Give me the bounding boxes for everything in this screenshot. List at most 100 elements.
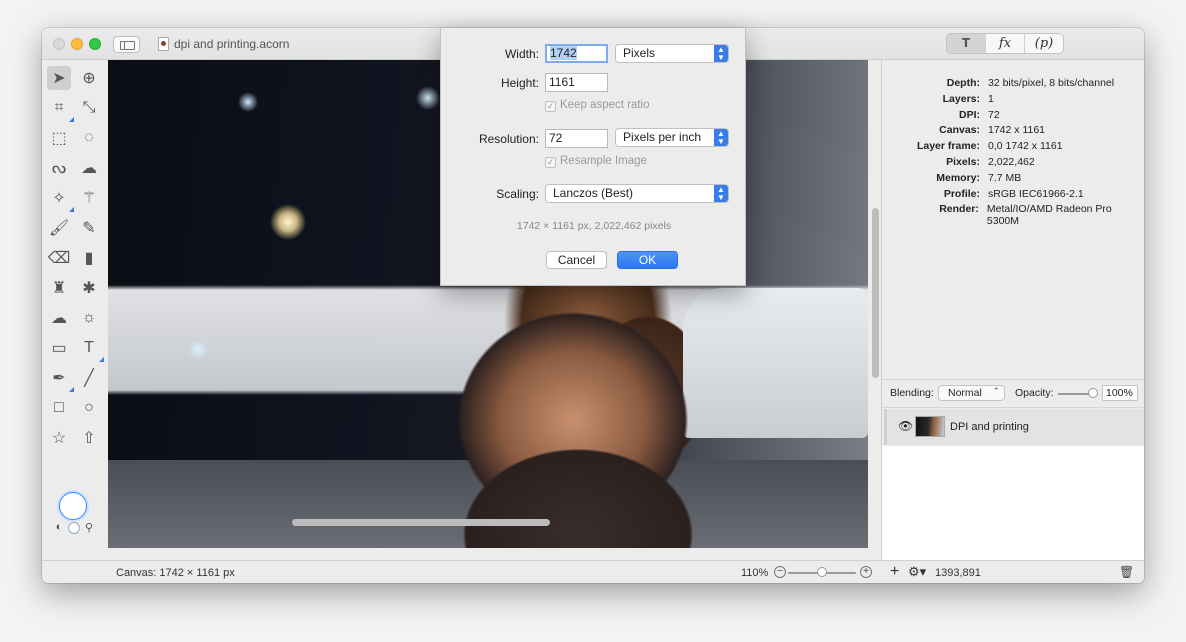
resolution-unit-select[interactable]: Pixels per inch ▲ ▼ (615, 128, 729, 147)
zoom-slider-knob[interactable] (817, 567, 827, 577)
tab-info[interactable]: T (947, 34, 986, 53)
checkmark-icon: ✓ (545, 157, 556, 168)
zoom-window-button[interactable] (89, 38, 101, 50)
oval-tool-icon[interactable]: ○ (77, 396, 101, 420)
width-label: Width: (504, 47, 539, 61)
height-label: Height: (500, 76, 539, 90)
color-picker-icon[interactable]: ⚲ (82, 520, 96, 534)
document-icon (158, 37, 169, 51)
vertical-scrollbar[interactable] (872, 208, 879, 378)
arrow-tool-icon[interactable]: ⇧ (77, 426, 101, 450)
memory-value: 7.7 MB (988, 171, 1022, 184)
cursor-coordinates: 1393,891 (935, 567, 981, 579)
stroke-color-well[interactable] (68, 522, 80, 534)
resolution-field[interactable]: 72 (545, 129, 608, 148)
line-tool-icon[interactable]: ╱ (77, 366, 101, 390)
opacity-slider-knob[interactable] (1088, 388, 1098, 398)
inspector-panel: Depth: 32 bits/pixel, 8 bits/channel Laye… (881, 60, 1144, 561)
gradient-tool-icon[interactable]: ▭ (47, 336, 71, 360)
close-window-button[interactable] (53, 38, 65, 50)
tools-palette: ➤ ⊕ ⌗ ⤡ ⬚ ◌ ᔓ ☁ ✧ ⚚ 🖌 ✎ ⌫ ▮ ♜ ✱ ☁ ☼ ▭ T … (42, 61, 108, 560)
layer-thumbnail (915, 416, 945, 437)
canvas-size-status: Canvas: 1742 × 1161 px (116, 567, 235, 579)
chevron-updown-icon: ▲ ▼ (714, 45, 728, 62)
horizontal-scrollbar[interactable] (292, 519, 550, 526)
layer-frame-value: 0,0 1742 x 1161 (988, 140, 1063, 153)
dodge-tool-icon[interactable]: ☼ (77, 306, 101, 330)
dpi-value: 72 (988, 108, 1000, 121)
brush-tool-icon[interactable]: 🖌 (47, 216, 71, 240)
layers-value: 1 (988, 92, 994, 105)
canvas-label: Canvas: (939, 124, 980, 137)
zoom-out-icon[interactable]: − (774, 566, 786, 578)
pen-tool-icon[interactable]: ✒ (47, 366, 74, 392)
zoom-tool-icon[interactable]: ⊕ (77, 66, 101, 90)
document-title: dpi and printing.acorn (174, 37, 290, 51)
layer-controls: Blending: Normal Opacity: 100% (882, 379, 1144, 407)
render-value: Metal/IO/AMD Radeon Pro 5300M (986, 203, 1112, 228)
crop-tool-icon[interactable]: ⌗ (47, 96, 74, 122)
chevron-updown-icon: ▲ ▼ (714, 185, 728, 202)
checkmark-icon: ✓ (545, 101, 556, 112)
resample-checkbox[interactable]: ✓ Resample Image (545, 155, 647, 168)
select-tool-icon[interactable]: ➤ (47, 66, 71, 90)
smudge-tool-icon[interactable]: ✱ (77, 276, 101, 300)
profile-value: sRGB IEC61966-2.1 (988, 187, 1084, 200)
fill-color-well[interactable] (59, 492, 87, 520)
star-tool-icon[interactable]: ☆ (47, 426, 71, 450)
text-tool-icon[interactable]: T (77, 336, 104, 362)
magic-wand-tool-icon[interactable]: ✧ (47, 186, 74, 212)
zoom-level: 110% (741, 567, 769, 579)
blending-mode-select[interactable]: Normal (938, 384, 1005, 401)
resolution-unit-value: Pixels per inch (623, 130, 702, 144)
width-unit-value: Pixels (623, 46, 656, 60)
rect-select-tool-icon[interactable]: ⬚ (47, 126, 71, 150)
resolution-label: Resolution: (478, 132, 539, 146)
trash-icon[interactable]: 🗑 (1119, 565, 1134, 579)
instant-alpha-tool-icon[interactable]: ⚚ (77, 186, 101, 210)
rectangle-tool-icon[interactable]: □ (47, 396, 71, 420)
layers-list: 👁 DPI and printing (882, 407, 1144, 561)
visibility-eye-icon[interactable]: 👁 (898, 419, 913, 433)
layers-empty-area (882, 446, 1144, 561)
opacity-field[interactable]: 100% (1102, 385, 1138, 401)
lasso-tool-icon[interactable]: ᔓ (47, 156, 71, 180)
eraser-tool-icon[interactable]: ⌫ (47, 246, 71, 270)
transform-tool-icon[interactable]: ⤡ (77, 96, 101, 120)
resize-image-dialog: Width: 1742 Pixels ▲ ▼ Height: 1161 ✓ Keep … (440, 28, 746, 286)
tab-filters[interactable]: fx (986, 34, 1025, 53)
depth-label: Depth: (946, 77, 980, 89)
layer-row[interactable]: 👁 DPI and printing (884, 409, 1144, 445)
gear-icon[interactable]: ⚙▾ (908, 564, 926, 580)
zoom-in-icon[interactable]: + (860, 566, 872, 578)
status-bar: Canvas: 1742 × 1161 px 110% − + + ⚙▾ 139… (42, 560, 1144, 583)
polygon-lasso-tool-icon[interactable]: ☁ (77, 156, 101, 180)
scaling-select[interactable]: Lanczos (Best) ▲ ▼ (545, 184, 729, 203)
document-info: Depth: 32 bits/pixel, 8 bits/channel Laye… (882, 77, 1144, 228)
sidebar-toggle-button[interactable] (113, 36, 140, 53)
clone-stamp-tool-icon[interactable]: ♜ (47, 276, 71, 300)
width-unit-select[interactable]: Pixels ▲ ▼ (615, 44, 729, 63)
pencil-tool-icon[interactable]: ✎ (77, 216, 101, 240)
keep-aspect-checkbox[interactable]: ✓ Keep aspect ratio (545, 99, 650, 112)
blur-tool-icon[interactable]: ☁ (47, 306, 71, 330)
profile-label: Profile: (943, 187, 980, 200)
add-layer-icon[interactable]: + (890, 563, 899, 581)
chevron-updown-icon: ▲ ▼ (714, 129, 728, 146)
dpi-label: DPI: (959, 108, 980, 121)
ellipse-select-tool-icon[interactable]: ◌ (77, 126, 101, 150)
cancel-button[interactable]: Cancel (546, 251, 607, 269)
minimize-window-button[interactable] (71, 38, 83, 50)
tab-properties[interactable]: (p) (1025, 34, 1063, 53)
resample-label: Resample Image (560, 155, 647, 167)
layer-name: DPI and printing (950, 421, 1029, 433)
gradient-bucket-tool-icon[interactable]: ▮ (77, 246, 101, 270)
memory-label: Memory: (936, 171, 980, 184)
color-swap-icon[interactable]: ◐ (52, 520, 66, 534)
canvas-value: 1742 x 1161 (988, 124, 1046, 137)
blending-label: Blending: (890, 387, 934, 399)
depth-value: 32 bits/pixel, 8 bits/channel (988, 77, 1115, 89)
ok-button[interactable]: OK (617, 251, 678, 269)
height-field[interactable]: 1161 (545, 73, 608, 92)
width-field[interactable]: 1742 (545, 44, 608, 63)
